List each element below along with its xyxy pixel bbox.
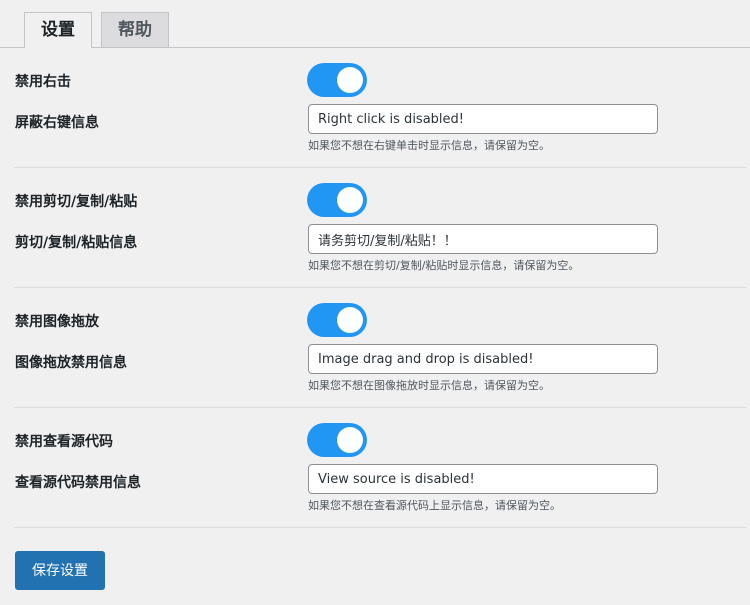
disable-right-click-toggle[interactable] — [307, 63, 367, 97]
toggle-knob — [337, 67, 363, 93]
right-click-message-input[interactable] — [308, 104, 658, 134]
save-settings-button[interactable]: 保存设置 — [15, 551, 105, 590]
tab-help[interactable]: 帮助 — [101, 12, 169, 47]
section-divider — [14, 407, 746, 408]
section-divider — [14, 527, 746, 528]
disable-image-drag-label: 禁用图像拖放 — [15, 314, 99, 330]
disable-copy-paste-toggle[interactable] — [307, 183, 367, 217]
toggle-knob — [337, 427, 363, 453]
disable-right-click-label: 禁用右击 — [15, 74, 71, 90]
section-divider — [14, 287, 746, 288]
copy-paste-message-hint: 如果您不想在剪切/复制/粘贴时显示信息，请保留为空。 — [308, 259, 580, 272]
right-click-message-hint: 如果您不想在右键单击时显示信息，请保留为空。 — [308, 139, 550, 152]
toggle-knob — [337, 307, 363, 333]
tab-bar: 设置 帮助 — [0, 0, 750, 48]
image-drag-message-hint: 如果您不想在图像拖放时显示信息，请保留为空。 — [308, 379, 550, 392]
copy-paste-message-label: 剪切/复制/粘贴信息 — [15, 235, 138, 251]
view-source-message-input[interactable] — [308, 464, 658, 494]
section-divider — [14, 167, 746, 168]
disable-view-source-toggle[interactable] — [307, 423, 367, 457]
toggle-knob — [337, 187, 363, 213]
image-drag-message-label: 图像拖放禁用信息 — [15, 355, 127, 371]
view-source-message-hint: 如果您不想在查看源代码上显示信息，请保留为空。 — [308, 499, 561, 512]
disable-view-source-label: 禁用查看源代码 — [15, 434, 113, 450]
disable-copy-paste-label: 禁用剪切/复制/粘贴 — [15, 194, 138, 210]
disable-image-drag-toggle[interactable] — [307, 303, 367, 337]
view-source-message-label: 查看源代码禁用信息 — [15, 475, 141, 491]
copy-paste-message-input[interactable] — [308, 224, 658, 254]
tab-divider — [0, 47, 750, 48]
tab-settings[interactable]: 设置 — [24, 12, 92, 48]
right-click-message-label: 屏蔽右键信息 — [15, 115, 99, 131]
image-drag-message-input[interactable] — [308, 344, 658, 374]
